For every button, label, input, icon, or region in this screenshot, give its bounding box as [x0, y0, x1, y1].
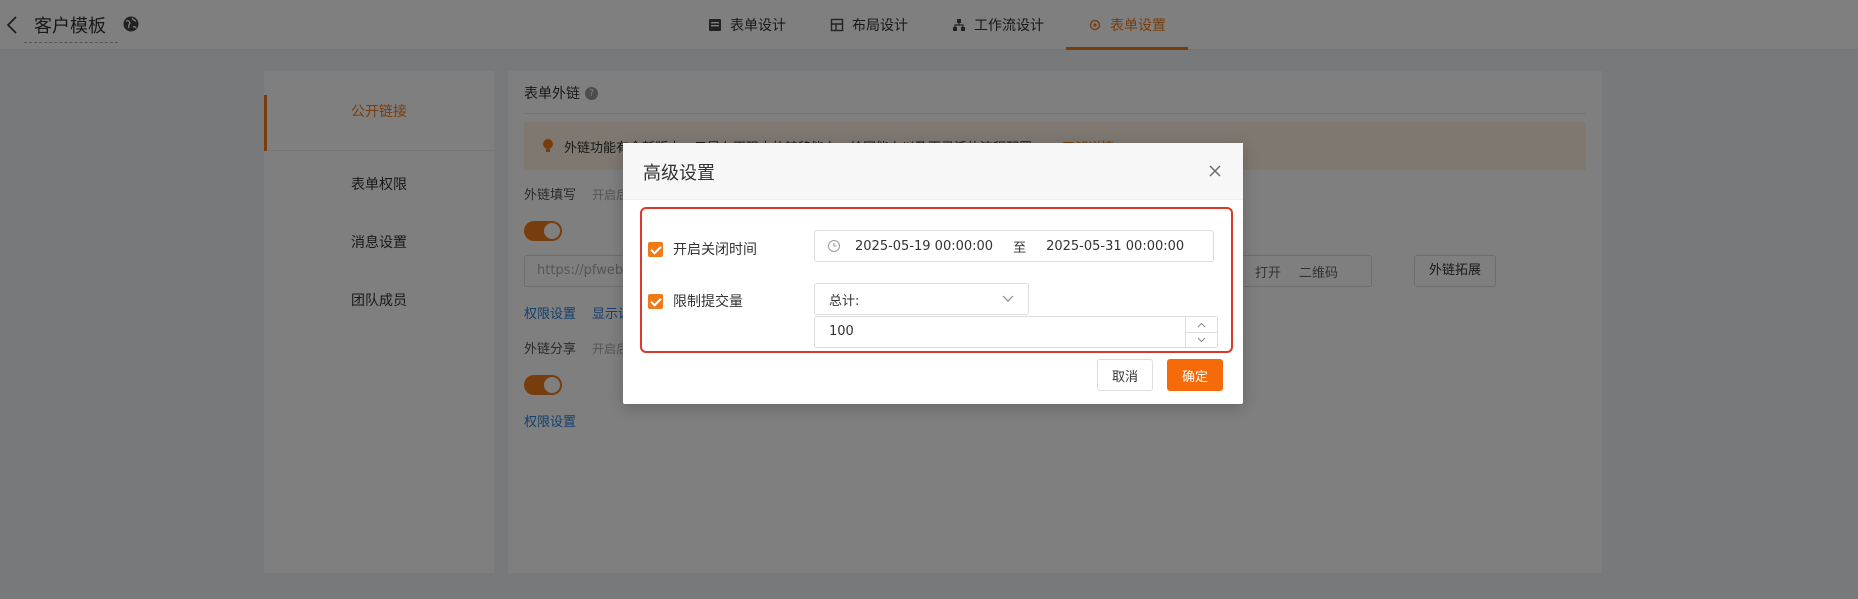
close-icon[interactable]	[1207, 163, 1223, 179]
open-close-time-checkbox[interactable]	[648, 241, 663, 257]
start-datetime[interactable]: 2025-05-19 00:00:00	[855, 239, 993, 254]
chevron-up-icon	[1197, 322, 1206, 327]
date-range-picker[interactable]: 2025-05-19 00:00:00 至 2025-05-31 00:00:0…	[814, 230, 1214, 262]
quantity-stepper	[1185, 317, 1217, 347]
open-close-time-option: 开启关闭时间	[648, 239, 757, 259]
limit-type-value: 总计:	[829, 293, 860, 309]
limit-count-value: 100	[829, 324, 854, 339]
dialog-title: 高级设置	[643, 163, 715, 184]
end-datetime[interactable]: 2025-05-31 00:00:00	[1046, 239, 1184, 254]
decrement-button[interactable]	[1186, 332, 1217, 347]
advanced-settings-dialog: 高级设置 开启关闭时间 2025-05-19 00:00:00 至 2025-0…	[623, 143, 1243, 404]
dialog-header: 高级设置	[623, 143, 1243, 200]
chevron-down-icon	[1197, 337, 1206, 343]
open-close-time-label: 开启关闭时间	[673, 242, 757, 258]
limit-submit-label: 限制提交量	[673, 294, 743, 310]
increment-button[interactable]	[1186, 317, 1217, 332]
limit-count-input[interactable]: 100	[814, 316, 1218, 348]
chevron-down-icon	[1002, 295, 1014, 302]
cancel-button[interactable]: 取消	[1097, 359, 1153, 391]
limit-submit-checkbox[interactable]	[648, 293, 663, 309]
limit-submit-option: 限制提交量	[648, 291, 743, 311]
range-separator: 至	[1013, 240, 1027, 256]
limit-type-select[interactable]: 总计:	[814, 283, 1029, 315]
clock-icon	[828, 240, 840, 252]
confirm-button[interactable]: 确定	[1167, 359, 1223, 391]
